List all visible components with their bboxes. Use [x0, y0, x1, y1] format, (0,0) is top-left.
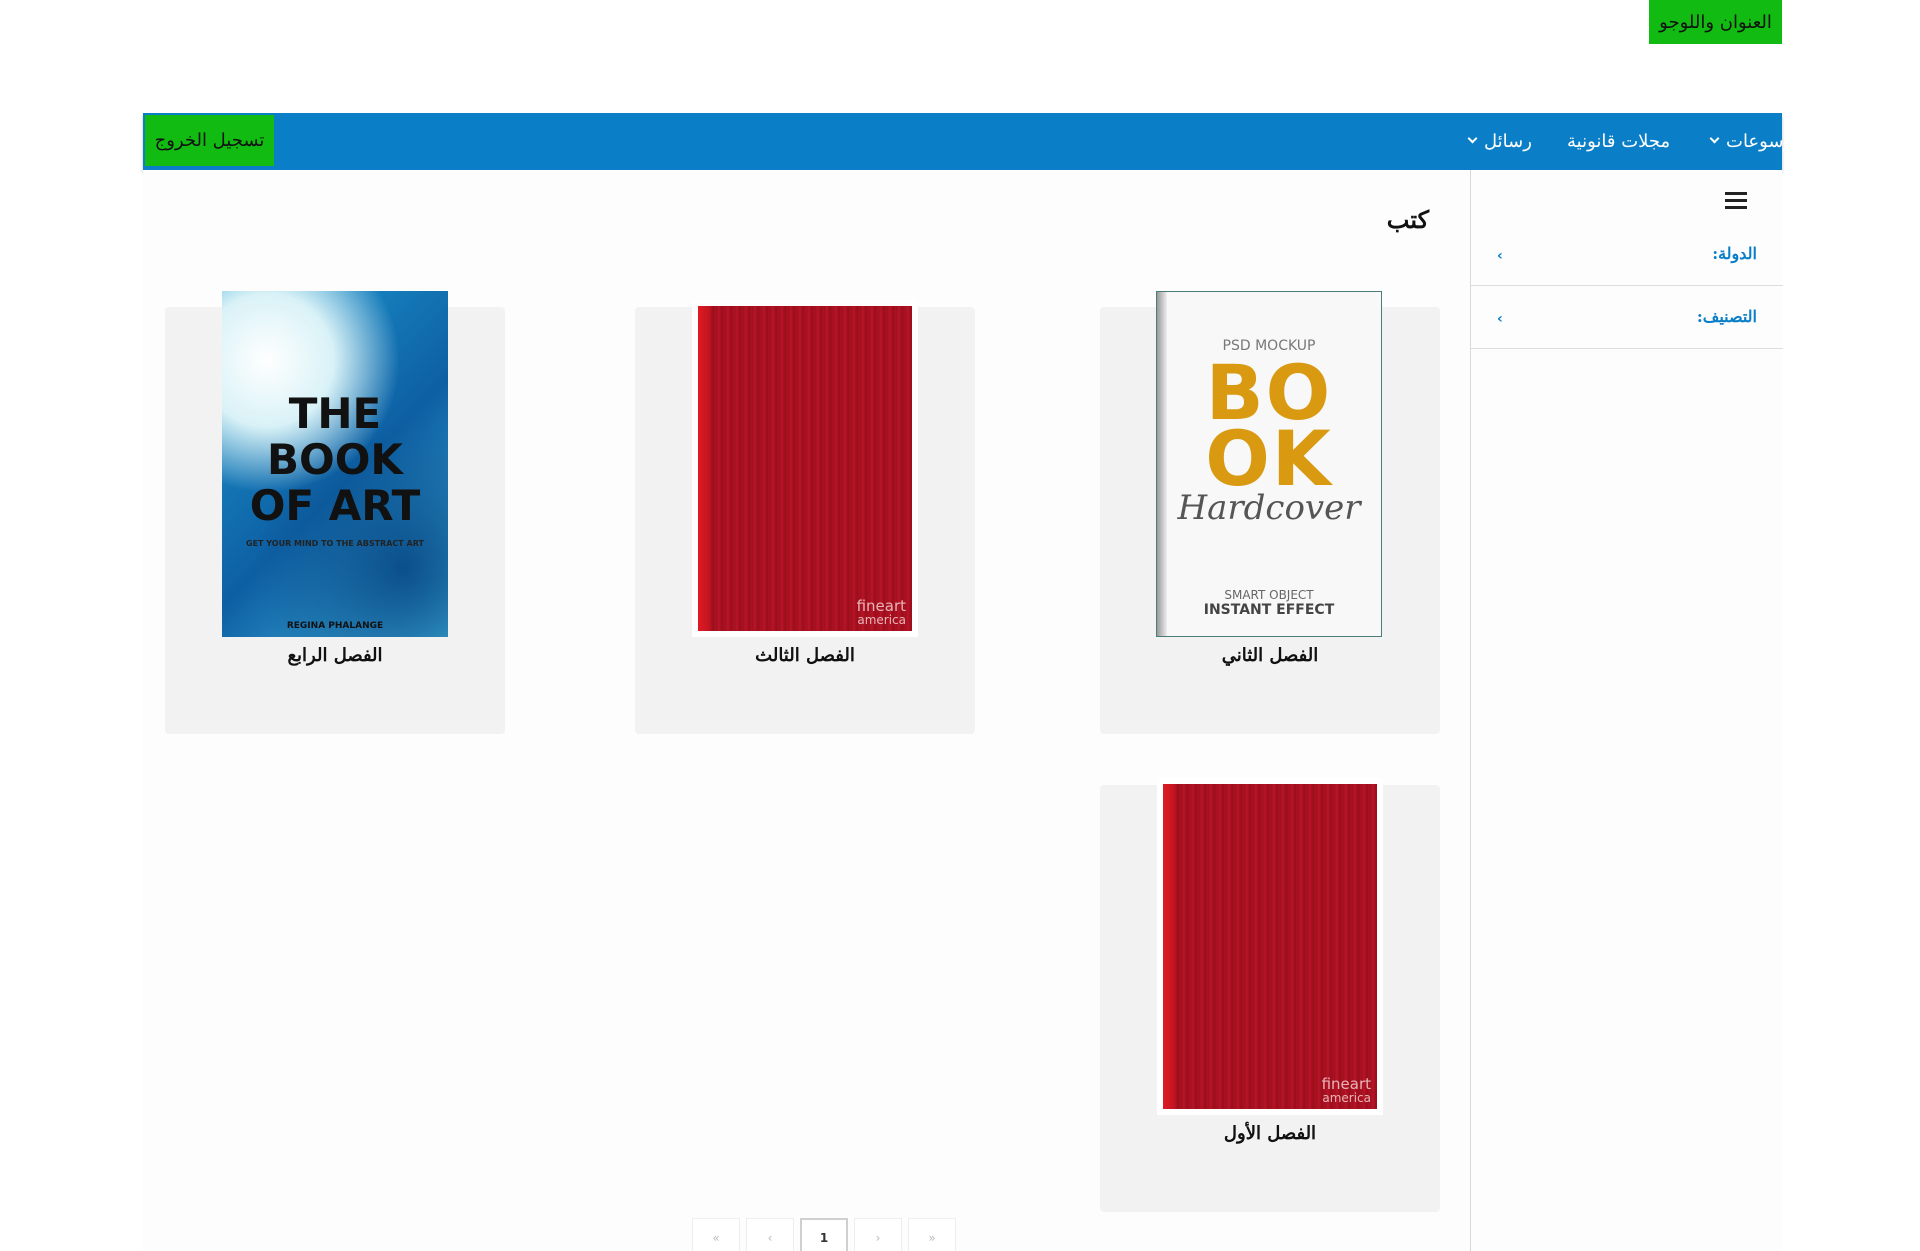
chevron-icon: ›: [1497, 248, 1503, 264]
book-title[interactable]: الفصل الثالث: [635, 645, 975, 666]
nav-item-legal-books[interactable]: كتب قانونية و موسوعات: [1709, 113, 1909, 170]
nav-item-label: رسائل: [1484, 131, 1532, 152]
book-title[interactable]: الفصل الثاني: [1100, 645, 1440, 666]
filter-label: التصنيف:: [1696, 307, 1757, 326]
book-card[interactable]: fineart america الفصل الأول: [1100, 778, 1440, 1212]
pagination-next-button[interactable]: ›: [854, 1218, 902, 1251]
cover-brand: fineart america: [856, 597, 906, 628]
nav-item-legal-journals[interactable]: مجلات قانونية: [1567, 113, 1670, 170]
site-logo[interactable]: العنوان واللوجو: [1649, 0, 1782, 44]
pagination-last-button[interactable]: »: [908, 1218, 956, 1251]
nav-item-label: مجلات قانونية: [1567, 131, 1671, 152]
filter-country[interactable]: الدولة: ›: [1471, 224, 1783, 286]
book-title[interactable]: الفصل الرابع: [165, 645, 505, 666]
cover-text: INSTANT EFFECT: [1203, 602, 1335, 618]
book-cover[interactable]: fineart america: [1157, 778, 1383, 1115]
main-navbar: تسجيل الخروج كتب قانونية و موسوعات مجلات…: [143, 113, 1909, 170]
book-cover[interactable]: PSD MOCKUP BO OK Hardcover SMART OBJECT I…: [1156, 291, 1382, 637]
pagination-prev-button[interactable]: ‹: [746, 1218, 794, 1251]
logout-button[interactable]: تسجيل الخروج: [145, 115, 274, 166]
filter-sidebar: الدولة: › التصنيف: ›: [1470, 170, 1783, 1251]
nav-item-label: كتب قانونية و موسوعات: [1726, 131, 1909, 152]
chevron-down-icon: [1467, 133, 1478, 144]
book-card[interactable]: PSD MOCKUP BO OK Hardcover SMART OBJECT I…: [1100, 291, 1440, 734]
filter-label: الدولة:: [1712, 244, 1757, 263]
cover-author: REGINA PHALANGE: [286, 621, 384, 631]
filter-classification[interactable]: التصنيف: ›: [1471, 287, 1783, 349]
cover-text: Hardcover: [1177, 488, 1361, 528]
nav-item-theses[interactable]: رسائل: [1467, 113, 1532, 170]
book-card[interactable]: THE BOOK OF ART GET YOUR MIND TO THE ABSTR…: [165, 291, 505, 734]
book-cover[interactable]: fineart america: [692, 300, 918, 637]
book-card[interactable]: fineart america الفصل الثالث: [635, 300, 975, 734]
cover-text: BO OK: [1205, 348, 1333, 503]
pagination-page-1[interactable]: 1: [800, 1218, 848, 1251]
hamburger-icon[interactable]: [1725, 192, 1747, 213]
cover-title: THE BOOK OF ART: [249, 389, 421, 530]
cover-text: GET YOUR MIND TO THE ABSTRACT ART: [246, 539, 424, 548]
chevron-icon: ›: [1497, 311, 1503, 327]
book-cover[interactable]: THE BOOK OF ART GET YOUR MIND TO THE ABSTR…: [222, 291, 448, 637]
pagination: « ‹ 1 › »: [692, 1218, 962, 1251]
cover-text: SMART OBJECT: [1224, 588, 1314, 602]
cover-brand: fineart america: [1321, 1075, 1371, 1106]
page-title: كتب: [1386, 205, 1429, 234]
chevron-down-icon: [1709, 133, 1720, 144]
pagination-first-button[interactable]: «: [692, 1218, 740, 1251]
book-title[interactable]: الفصل الأول: [1100, 1123, 1440, 1144]
